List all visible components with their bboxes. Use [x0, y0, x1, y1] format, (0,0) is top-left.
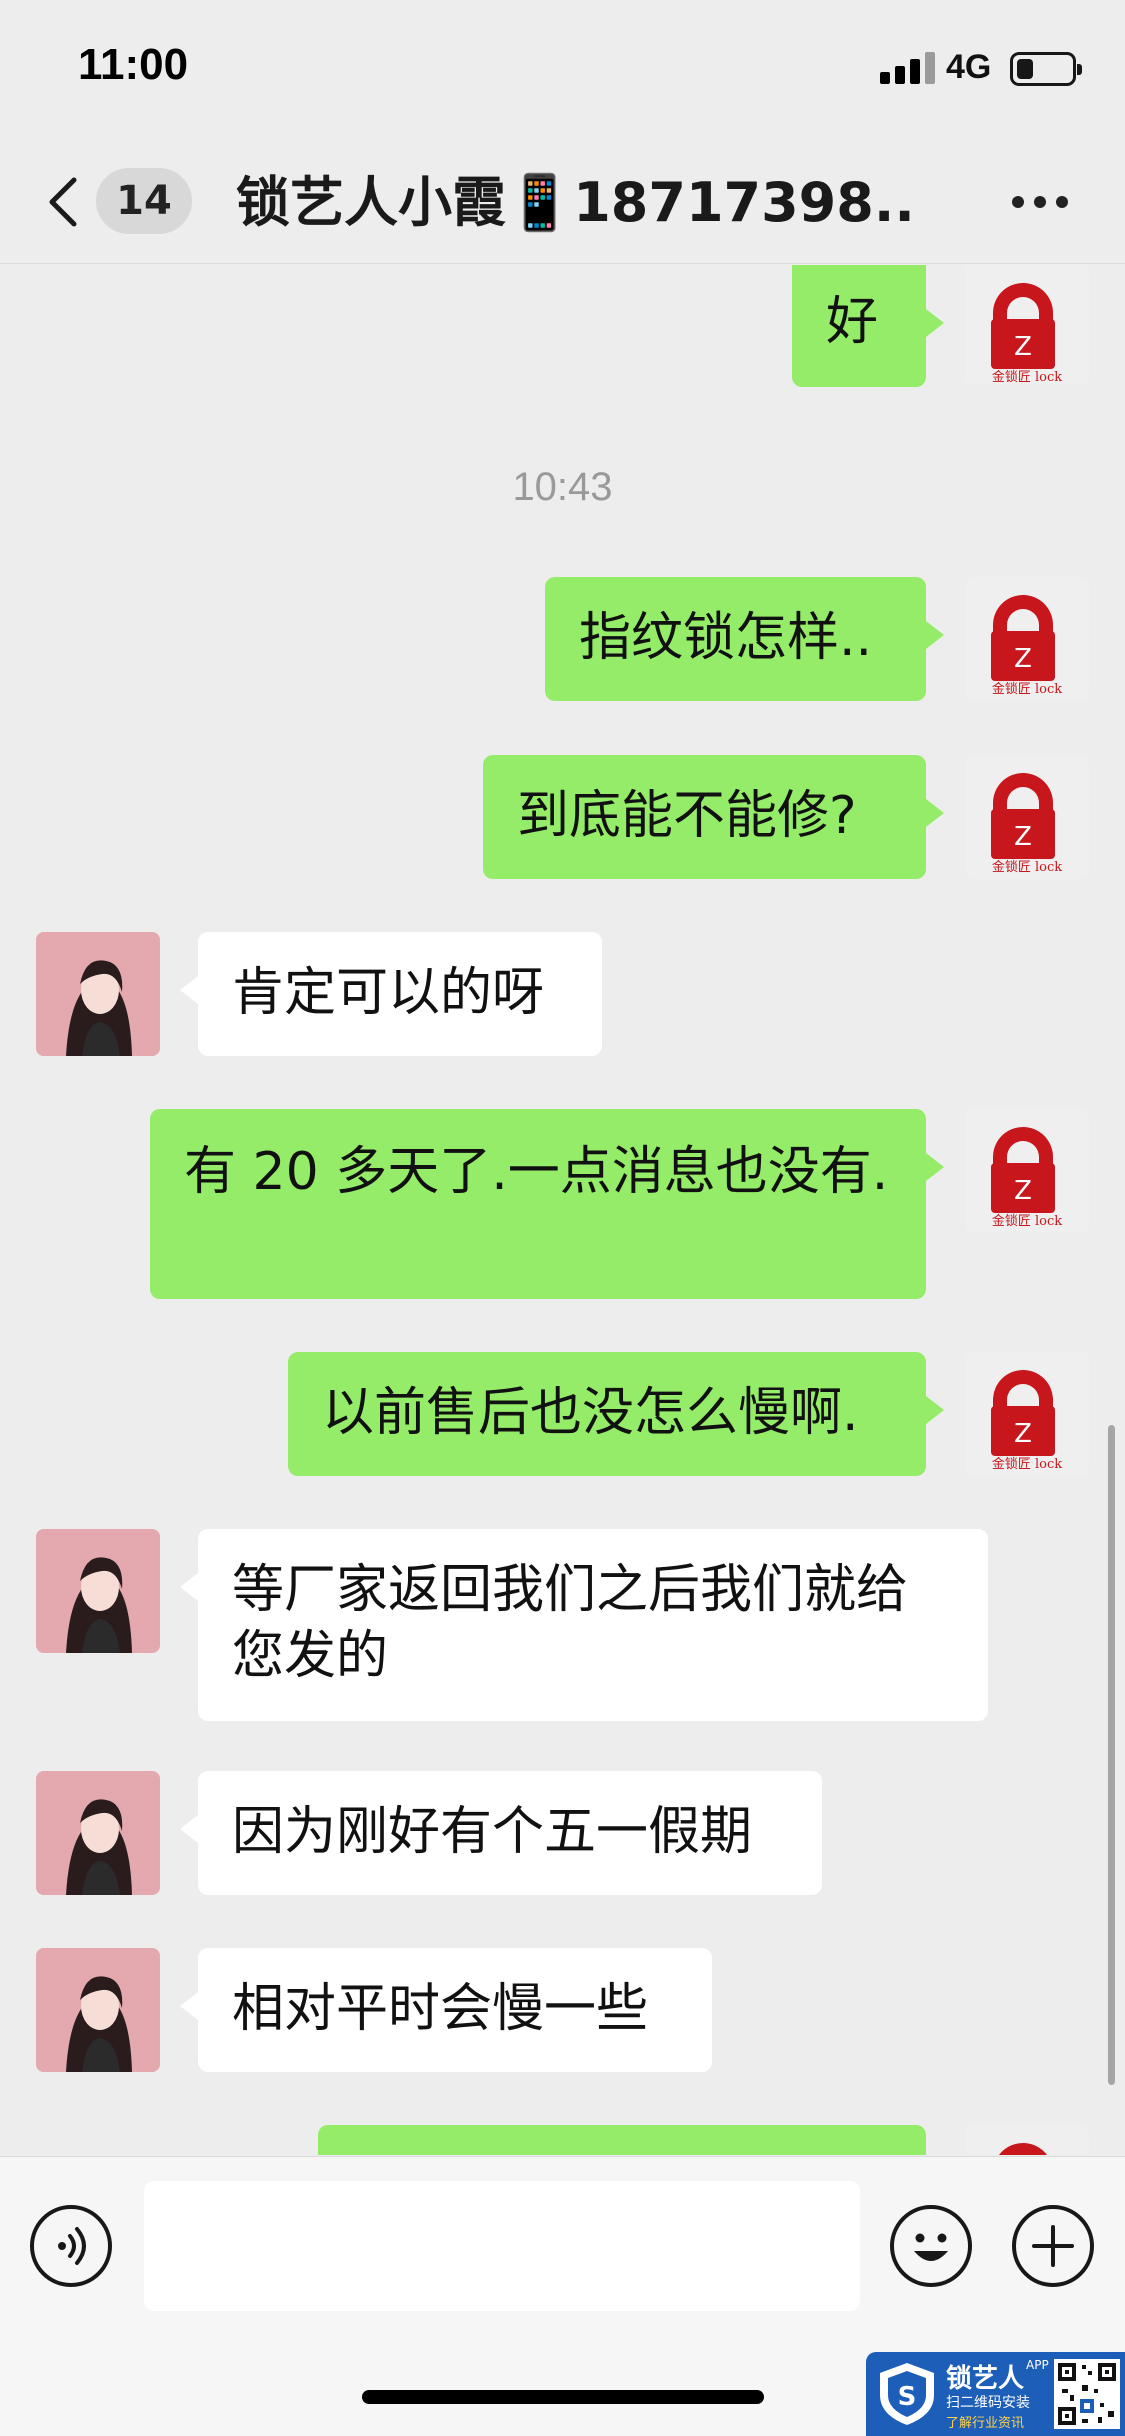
network-type: 4G [946, 48, 992, 86]
lock-logo-icon: Z 金锁匠 lock [965, 1352, 1089, 1476]
more-dot-icon [1012, 196, 1024, 208]
watermark-tag: APP [1026, 2358, 1049, 2372]
voice-icon [58, 2227, 86, 2265]
watermark-brand: 锁艺人 [946, 2364, 1025, 2394]
app-watermark: S 锁艺人 APP 扫二维码安装 了解行业资讯 [866, 2352, 1125, 2436]
lock-logo-icon: Z 金锁匠 lock [965, 265, 1089, 385]
my-avatar[interactable]: Z 金锁匠 lock [965, 755, 1089, 879]
voice-input-button[interactable] [30, 2205, 112, 2287]
chat-title: 锁艺人小霞📱18717398... [236, 171, 916, 234]
svg-text:Z: Z [1014, 1176, 1032, 1206]
sent-message[interactable]: 以前售后也没怎么慢啊. [288, 1352, 944, 1476]
shield-logo-icon: S [880, 2363, 934, 2425]
watermark-line-1: 扫二维码安装 [946, 2395, 1030, 2411]
contact-avatar[interactable] [36, 1948, 160, 2072]
my-avatar[interactable] [965, 2125, 1089, 2155]
back-button[interactable]: 14 [38, 162, 208, 242]
home-indicator[interactable] [362, 2390, 764, 2404]
contact-avatar[interactable] [36, 1529, 160, 1653]
svg-text:金锁匠 lock: 金锁匠 lock [992, 1213, 1062, 1229]
battery-icon [1010, 52, 1082, 86]
my-avatar[interactable]: Z 金锁匠 lock [965, 577, 1089, 701]
svg-text:金锁匠 lock: 金锁匠 lock [992, 681, 1062, 697]
emoji-button[interactable] [890, 2205, 972, 2287]
woman-portrait-icon [36, 1771, 160, 1895]
woman-portrait-icon [36, 932, 160, 1056]
sent-message[interactable] [318, 2125, 926, 2155]
received-message[interactable]: 相对平时会慢一些 [180, 1948, 712, 2072]
svg-text:金锁匠 lock: 金锁匠 lock [992, 859, 1062, 875]
sent-message[interactable]: 有 20 多天了.一点消息也没有. [150, 1109, 944, 1299]
svg-text:Z: Z [1014, 644, 1032, 674]
chat-message-list[interactable]: 好 Z 金锁匠 lock 10:43 指纹锁怎样.. Z 金锁匠 lock 到底… [0, 265, 1125, 2155]
lock-logo-icon: Z 金锁匠 lock [965, 577, 1089, 701]
nav-bar: 14 锁艺人小霞📱18717398... [0, 140, 1125, 264]
svg-text:Z: Z [1014, 1419, 1032, 1449]
my-avatar[interactable]: Z 金锁匠 lock [965, 1352, 1089, 1476]
message-timestamp: 10:43 [512, 465, 613, 509]
lock-logo-icon: Z 金锁匠 lock [965, 755, 1089, 879]
more-options-button[interactable] [1000, 176, 1080, 226]
sent-message[interactable]: 到底能不能修? [483, 755, 944, 879]
svg-text:Z: Z [1014, 822, 1032, 852]
contact-avatar[interactable] [36, 1771, 160, 1895]
lock-logo-icon [965, 2125, 1089, 2155]
plus-icon [1032, 2225, 1074, 2267]
smiley-face-icon [914, 2233, 948, 2261]
watermark-line-2: 了解行业资讯 [946, 2416, 1025, 2431]
scrollbar[interactable] [1108, 1425, 1115, 2085]
my-avatar[interactable]: Z 金锁匠 lock [965, 265, 1089, 385]
qr-code-icon [1054, 2359, 1120, 2429]
battery-level [1017, 59, 1033, 79]
received-message[interactable]: 肯定可以的呀 [180, 932, 602, 1056]
lock-logo-icon: Z 金锁匠 lock [965, 1109, 1089, 1233]
more-dot-icon [1056, 196, 1068, 208]
my-avatar[interactable]: Z 金锁匠 lock [965, 1109, 1089, 1233]
woman-portrait-icon [36, 1529, 160, 1653]
svg-text:金锁匠 lock: 金锁匠 lock [992, 1456, 1062, 1472]
more-dot-icon [1034, 196, 1046, 208]
woman-portrait-icon [36, 1948, 160, 2072]
sent-message[interactable]: 好 [792, 265, 944, 387]
chevron-left-icon [49, 177, 77, 227]
received-message[interactable]: 因为刚好有个五一假期 [180, 1771, 822, 1895]
more-functions-button[interactable] [1012, 2205, 1094, 2287]
signal-strength-icon [880, 50, 936, 84]
status-bar: 11:00 4G [0, 0, 1125, 140]
svg-text:金锁匠 lock: 金锁匠 lock [992, 369, 1062, 385]
sent-message[interactable]: 指纹锁怎样.. [545, 577, 944, 701]
unread-count-badge: 14 [96, 168, 192, 234]
svg-text:S: S [898, 2382, 917, 2412]
contact-avatar[interactable] [36, 932, 160, 1056]
status-time: 11:00 [78, 40, 189, 89]
received-message[interactable]: 等厂家返回我们之后我们就给您发的 [180, 1529, 988, 1721]
svg-text:Z: Z [1014, 332, 1032, 362]
message-input[interactable] [144, 2181, 860, 2311]
